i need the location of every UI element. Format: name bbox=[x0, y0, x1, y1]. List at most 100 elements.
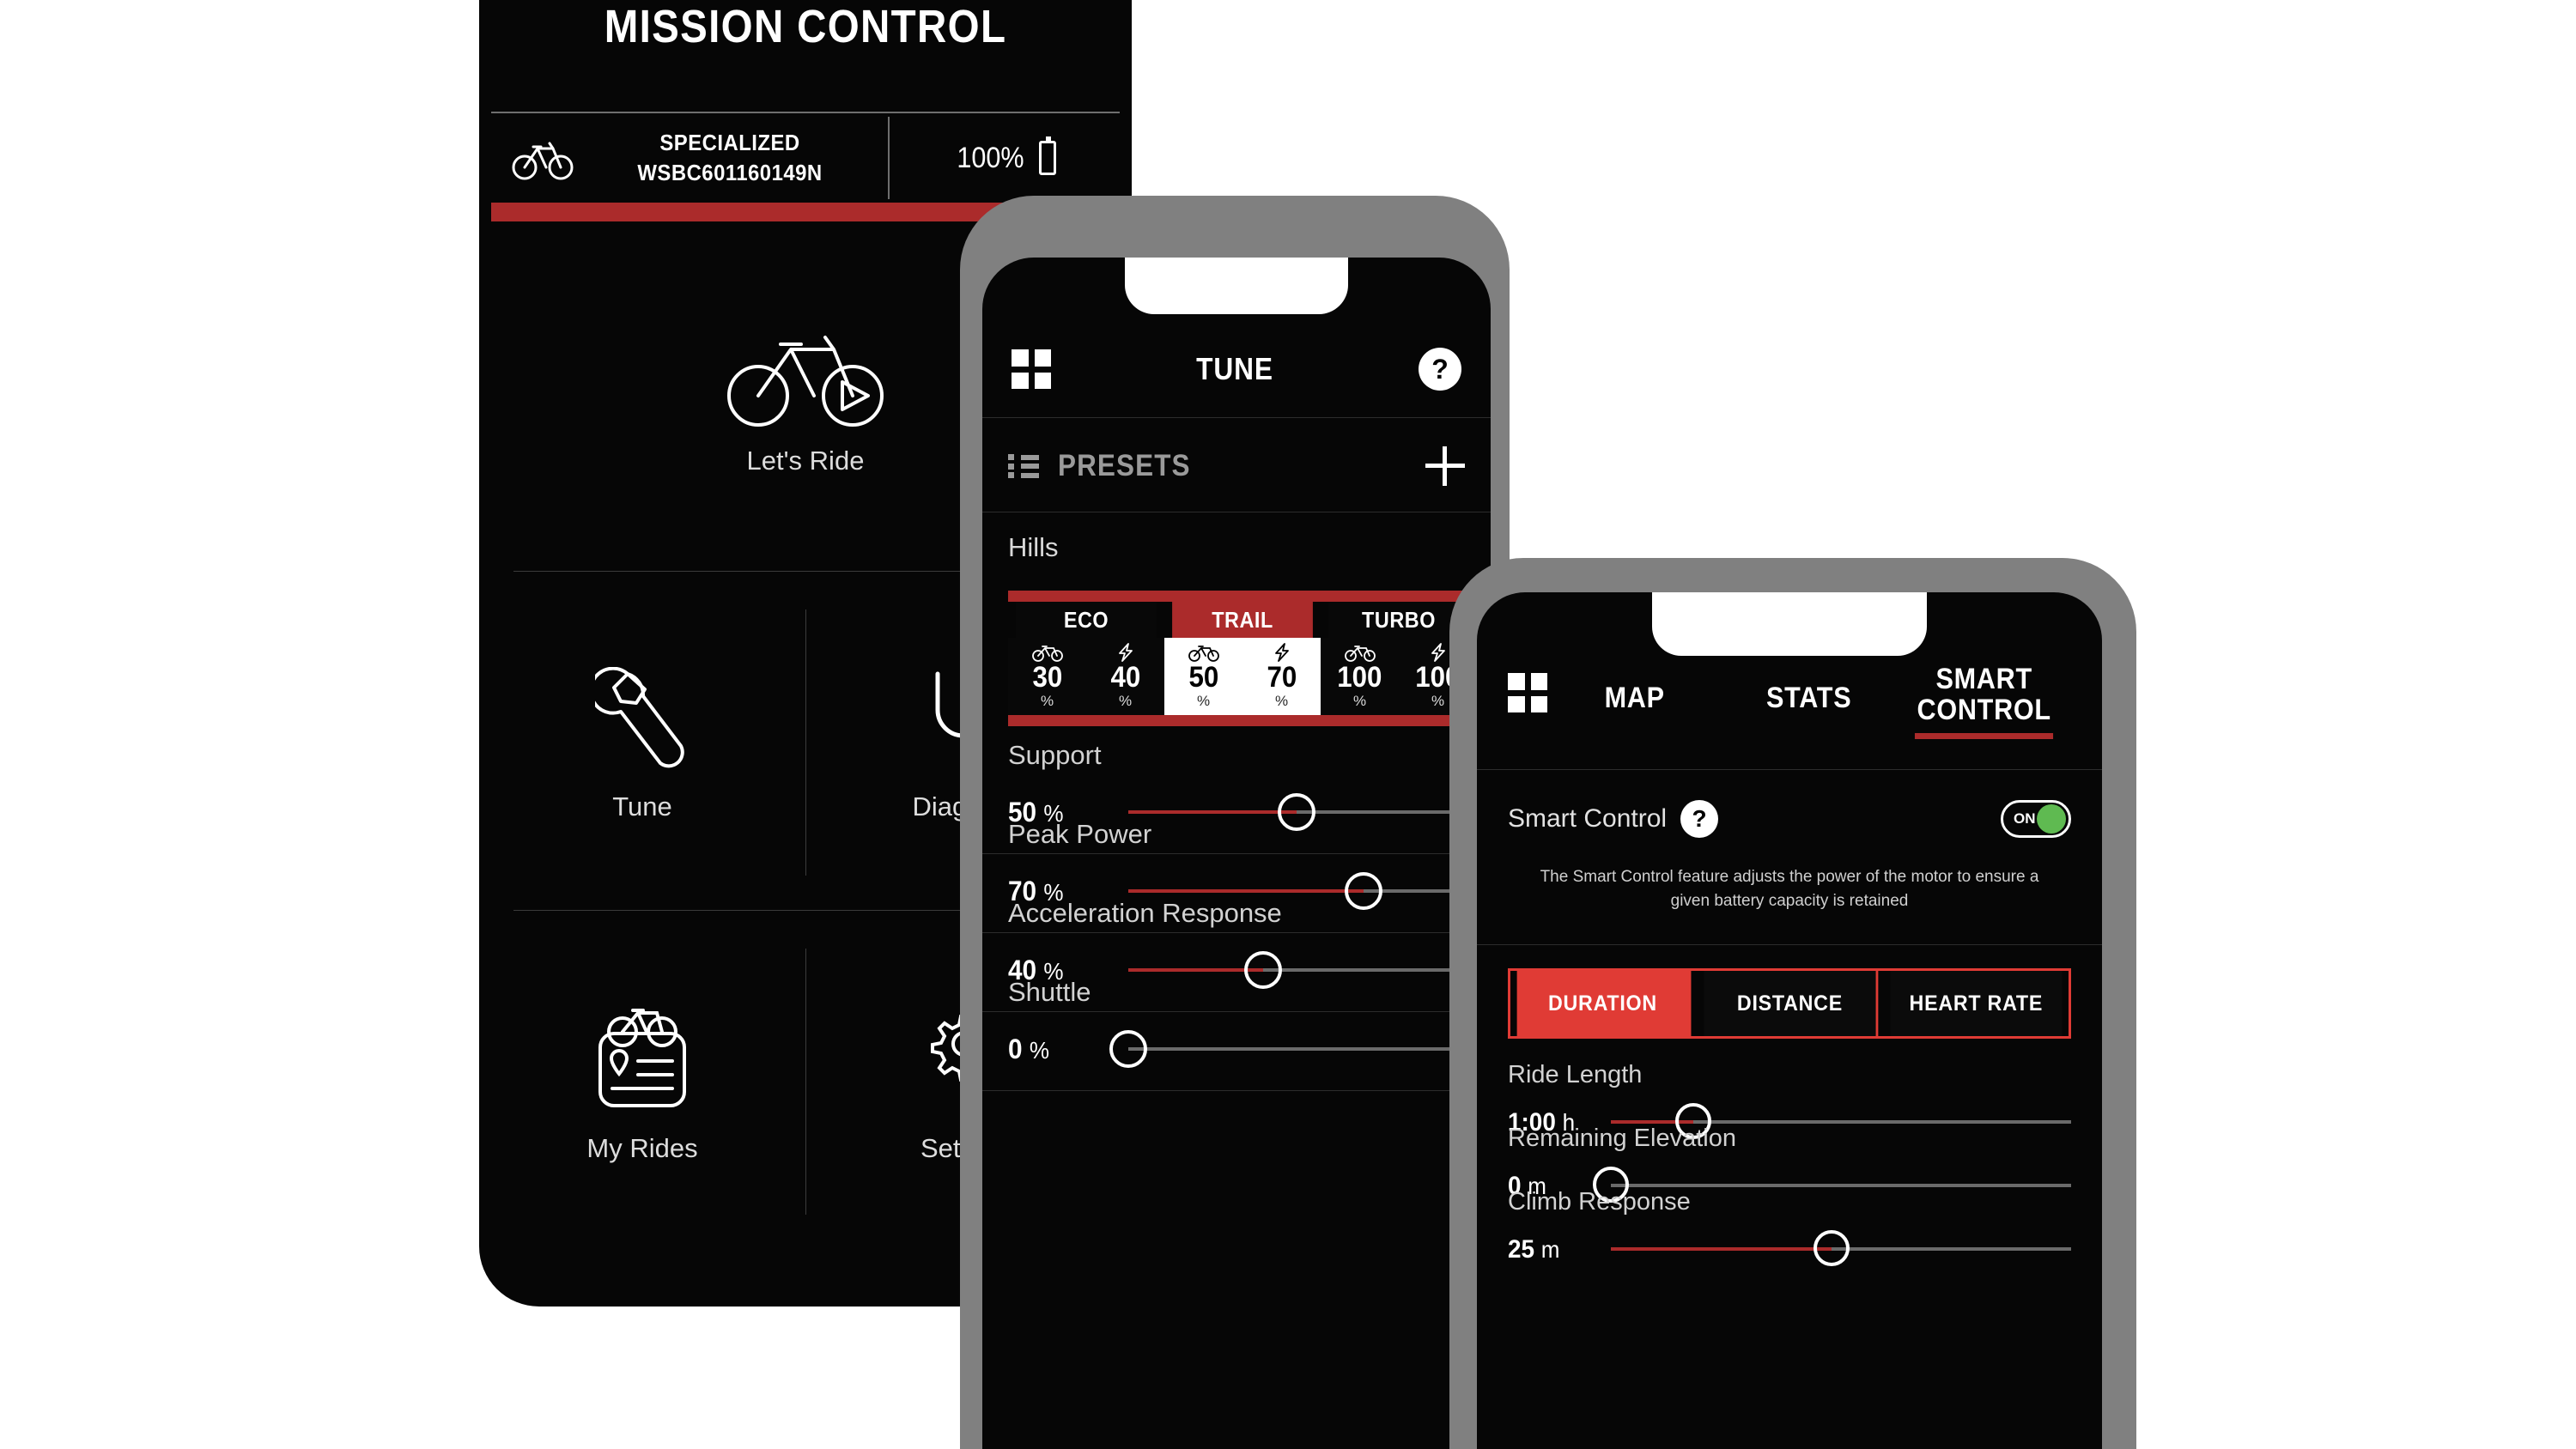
slider-value: 0 % bbox=[1008, 1033, 1049, 1064]
slider-track[interactable] bbox=[1611, 1228, 2071, 1272]
mode-value: 40 bbox=[1110, 661, 1140, 694]
menu-item-lets-ride[interactable]: Let's Ride bbox=[642, 232, 969, 571]
slider-fill bbox=[1128, 810, 1297, 814]
mode-peak-power: 40 % bbox=[1086, 638, 1164, 715]
mode-peak-power: 70 % bbox=[1242, 638, 1321, 715]
smart-control-description: The Smart Control feature adjusts the po… bbox=[1540, 868, 2039, 910]
mode-support: 50 % bbox=[1164, 638, 1242, 715]
tune-header: TUNE ? bbox=[982, 323, 1491, 415]
bike-status-bar: SPECIALIZED WSBC601160149N 100% bbox=[491, 113, 1120, 203]
menu-item-my-rides[interactable]: My Rides bbox=[479, 914, 805, 1253]
slider-knob[interactable] bbox=[1109, 1030, 1147, 1068]
smart-control-phone: MAP STATS SMART CONTROL Smart Control ? O… bbox=[1477, 592, 2102, 1449]
mode-value: 100 bbox=[1337, 661, 1382, 694]
menu-item-label: Let's Ride bbox=[746, 445, 865, 476]
segment-distance[interactable]: DISTANCE bbox=[1704, 971, 1878, 1036]
smart-control-label: Smart Control bbox=[1508, 804, 1668, 833]
preset-name: Hills bbox=[1008, 532, 1059, 562]
help-icon[interactable]: ? bbox=[1680, 800, 1719, 838]
grid-menu-icon[interactable] bbox=[1508, 673, 1547, 712]
mode-name: ECO bbox=[1016, 602, 1157, 638]
slider-value: 25 m bbox=[1508, 1235, 1560, 1264]
wrench-icon bbox=[595, 667, 684, 768]
presets-row: PRESETS bbox=[982, 421, 1491, 512]
smart-control-screen: MAP STATS SMART CONTROL Smart Control ? O… bbox=[1477, 592, 2102, 1449]
segment-duration[interactable]: DURATION bbox=[1516, 971, 1692, 1036]
tab-smart-control[interactable]: SMART CONTROL bbox=[1905, 659, 2063, 740]
grid-menu-icon[interactable] bbox=[1012, 349, 1051, 389]
tune-phone: TUNE ? PRESETS Hills ECO 30 % 40 % TRAIL… bbox=[982, 258, 1491, 1449]
slider-label: Shuttle bbox=[1008, 977, 1091, 1007]
slider-label: Support bbox=[1008, 740, 1102, 770]
toggle-knob bbox=[2037, 804, 2066, 834]
mode-name: TRAIL bbox=[1172, 602, 1313, 638]
mode-unit: % bbox=[1431, 693, 1445, 709]
mode-tab-trail[interactable]: TRAIL 50 % 70 % bbox=[1164, 602, 1321, 715]
goal-type-segmented-control: DURATION DISTANCE HEART RATE bbox=[1508, 968, 2071, 1039]
toggle-state-label: ON bbox=[2014, 810, 2036, 827]
battery-percent: 100% bbox=[956, 141, 1024, 174]
page-title: MISSION CONTROL bbox=[604, 1, 1007, 52]
slider-label: Peak Power bbox=[1008, 819, 1152, 849]
bike-identity[interactable]: SPECIALIZED WSBC601160149N bbox=[491, 113, 886, 203]
lightning-bolt-icon bbox=[1431, 643, 1445, 662]
slider-bar bbox=[1128, 1047, 1465, 1051]
battery-icon bbox=[1039, 136, 1057, 175]
rides-card-icon bbox=[598, 1008, 686, 1107]
mode-support: 30 % bbox=[1008, 638, 1086, 715]
tab-stats[interactable]: STATS bbox=[1730, 678, 1887, 714]
mode-unit: % bbox=[1040, 693, 1054, 709]
bicycle-small-icon bbox=[1031, 646, 1063, 662]
tabs-separator bbox=[1477, 769, 2102, 770]
slider-label: Climb Response bbox=[1508, 1188, 1691, 1216]
bike-name: SPECIALIZED WSBC601160149N bbox=[586, 128, 874, 188]
header-separator bbox=[982, 417, 1491, 418]
mode-support: 100 % bbox=[1321, 638, 1399, 715]
menu-item-tune[interactable]: Tune bbox=[479, 575, 805, 914]
add-preset-icon[interactable] bbox=[1425, 446, 1465, 486]
slider-knob[interactable] bbox=[1814, 1230, 1850, 1266]
list-icon bbox=[1008, 454, 1039, 478]
lightning-bolt-icon bbox=[1274, 643, 1289, 662]
menu-item-label: My Rides bbox=[586, 1132, 698, 1163]
description-separator bbox=[1477, 944, 2102, 945]
presets-label: PRESETS bbox=[1058, 449, 1191, 482]
tab-map[interactable]: MAP bbox=[1556, 678, 1713, 714]
mode-tab-eco[interactable]: ECO 30 % 40 % bbox=[1008, 602, 1164, 715]
lightning-bolt-icon bbox=[1118, 643, 1133, 662]
bike-serial: WSBC601160149N bbox=[637, 160, 823, 185]
grid-separator bbox=[513, 571, 805, 572]
mode-value: 70 bbox=[1267, 661, 1297, 694]
mode-unit: % bbox=[1118, 693, 1133, 709]
smart-control-toggle-row: Smart Control ? ON bbox=[1477, 779, 2102, 858]
slider-separator bbox=[982, 1090, 1491, 1091]
slider-bar bbox=[1611, 1184, 2071, 1187]
mode-selector: ECO 30 % 40 % TRAIL 50 % 70 % TURBO 100 … bbox=[1008, 591, 1491, 726]
slider-fill bbox=[1128, 968, 1263, 972]
segment-heart-rate[interactable]: HEART RATE bbox=[1890, 971, 2063, 1036]
bicycle-small-icon bbox=[1188, 646, 1219, 662]
mode-strip: ECO 30 % 40 % TRAIL 50 % 70 % TURBO 100 … bbox=[1008, 602, 1491, 715]
slider-fill bbox=[1611, 1247, 1832, 1251]
bike-play-icon bbox=[727, 335, 884, 427]
slider-shuttle: Shuttle 0 % bbox=[982, 977, 1491, 1071]
help-icon[interactable]: ? bbox=[1419, 348, 1461, 391]
tune-screen: TUNE ? PRESETS Hills ECO 30 % 40 % TRAIL… bbox=[982, 258, 1491, 1449]
phone-notch bbox=[1652, 592, 1927, 656]
slider-track[interactable] bbox=[1109, 1027, 1465, 1071]
slider-climb-response: Climb Response 25 m bbox=[1477, 1188, 2102, 1271]
battery-status[interactable]: 100% bbox=[890, 113, 1120, 203]
smart-control-header: MAP STATS SMART CONTROL bbox=[1477, 659, 2102, 755]
menu-item-label: Tune bbox=[612, 791, 672, 822]
slider-label: Remaining Elevation bbox=[1508, 1125, 1736, 1152]
mode-unit: % bbox=[1352, 693, 1367, 709]
mode-unit: % bbox=[1274, 693, 1289, 709]
mode-unit: % bbox=[1196, 693, 1211, 709]
slider-label: Ride Length bbox=[1508, 1061, 1643, 1088]
mode-value: 30 bbox=[1032, 661, 1062, 694]
bicycle-small-icon bbox=[1344, 646, 1376, 662]
smart-control-toggle[interactable]: ON bbox=[2001, 800, 2071, 838]
mode-bottom-accent bbox=[1008, 715, 1476, 726]
mode-name: TURBO bbox=[1328, 602, 1469, 638]
screen-title: TUNE bbox=[1196, 351, 1273, 386]
